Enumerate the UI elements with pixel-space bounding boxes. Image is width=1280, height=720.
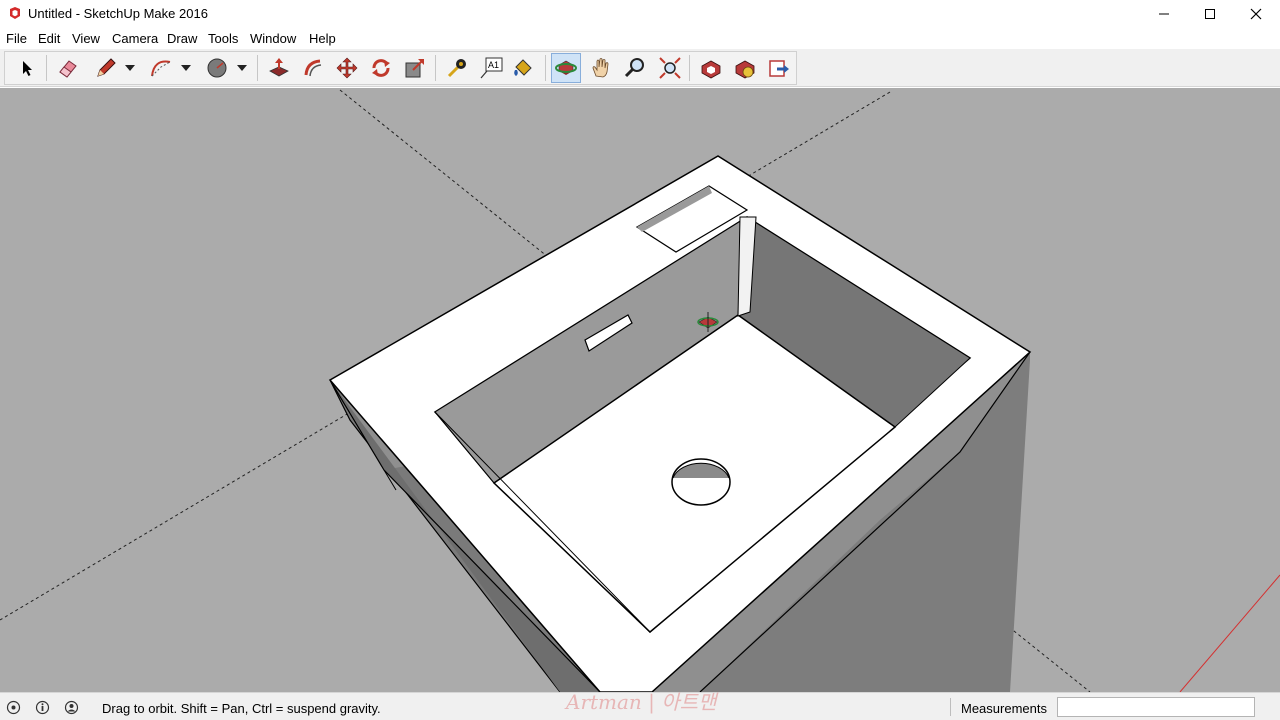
menu-bar: File Edit View Camera Draw Tools Window … bbox=[0, 27, 1280, 49]
dropdown-arrow-icon bbox=[181, 65, 191, 71]
measurements-label: Measurements bbox=[961, 701, 1047, 716]
push-pull-icon bbox=[269, 58, 289, 77]
eraser-tool[interactable] bbox=[53, 53, 83, 83]
move-tool[interactable] bbox=[332, 53, 362, 83]
share-model-tool[interactable] bbox=[764, 53, 794, 83]
hand-icon bbox=[592, 58, 609, 78]
sketchup-logo-icon bbox=[10, 7, 20, 19]
maximize-button[interactable] bbox=[1187, 0, 1233, 27]
warehouse-tool[interactable] bbox=[696, 53, 726, 83]
minimize-icon bbox=[1159, 13, 1169, 14]
user-icon[interactable] bbox=[64, 700, 79, 715]
tape-measure-tool[interactable] bbox=[442, 53, 472, 83]
toolbar-separator bbox=[689, 55, 690, 81]
pan-tool[interactable] bbox=[586, 53, 616, 83]
menu-view[interactable]: View bbox=[72, 31, 100, 46]
watermark: Artman | 아트맨 bbox=[566, 690, 717, 714]
geo-location-icon[interactable] bbox=[6, 700, 21, 715]
3d-warehouse-icon bbox=[701, 60, 721, 79]
push-pull-tool[interactable] bbox=[264, 53, 294, 83]
line-tool[interactable] bbox=[91, 53, 121, 83]
dropdown-arrow-icon bbox=[125, 65, 135, 71]
arrow-cursor-icon bbox=[23, 61, 32, 76]
shapes-tool-dropdown[interactable] bbox=[235, 53, 249, 83]
menu-window[interactable]: Window bbox=[250, 31, 296, 46]
minimize-button[interactable] bbox=[1141, 0, 1187, 27]
share-model-icon bbox=[769, 60, 789, 77]
credits-icon[interactable] bbox=[35, 700, 50, 715]
eraser-icon bbox=[59, 60, 77, 78]
toolbar-separator bbox=[46, 55, 47, 81]
arc-tool-dropdown[interactable] bbox=[179, 53, 193, 83]
toolbar-separator bbox=[435, 55, 436, 81]
menu-help[interactable]: Help bbox=[309, 31, 336, 46]
maximize-icon bbox=[1205, 8, 1215, 19]
model-viewport[interactable] bbox=[0, 88, 1280, 692]
extension-warehouse-icon bbox=[735, 60, 755, 79]
dropdown-arrow-icon bbox=[237, 65, 247, 71]
circle-shape-icon bbox=[207, 58, 227, 78]
move-arrows-icon bbox=[336, 57, 358, 79]
rotate-icon bbox=[372, 59, 390, 77]
orbit-tool[interactable] bbox=[551, 53, 581, 83]
line-tool-dropdown[interactable] bbox=[123, 53, 137, 83]
shapes-tool[interactable] bbox=[202, 53, 232, 83]
arc-tool[interactable] bbox=[146, 53, 176, 83]
menu-tools[interactable]: Tools bbox=[208, 31, 238, 46]
pencil-icon bbox=[97, 58, 116, 77]
select-tool[interactable] bbox=[12, 53, 42, 83]
follow-me-tool[interactable] bbox=[298, 53, 328, 83]
zoom-tool[interactable] bbox=[620, 53, 650, 83]
menu-edit[interactable]: Edit bbox=[38, 31, 60, 46]
rotate-tool[interactable] bbox=[366, 53, 396, 83]
paint-bucket-tool[interactable] bbox=[508, 53, 538, 83]
tape-measure-icon bbox=[447, 59, 466, 78]
orbit-icon bbox=[555, 60, 577, 75]
magnifier-icon bbox=[624, 58, 644, 78]
toolbar: A1 bbox=[0, 49, 1280, 87]
status-hint: Drag to orbit. Shift = Pan, Ctrl = suspe… bbox=[102, 701, 381, 716]
status-divider bbox=[950, 698, 951, 716]
paint-bucket-icon bbox=[514, 59, 532, 76]
menu-camera[interactable]: Camera bbox=[112, 31, 158, 46]
extension-warehouse-tool[interactable] bbox=[730, 53, 760, 83]
scale-icon bbox=[405, 59, 424, 78]
close-button[interactable] bbox=[1233, 0, 1279, 27]
text-label-icon: A1 bbox=[480, 57, 503, 79]
scale-tool[interactable] bbox=[400, 53, 430, 83]
follow-me-icon bbox=[304, 59, 322, 77]
measurements-input[interactable] bbox=[1057, 697, 1255, 717]
window-title: Untitled - SketchUp Make 2016 bbox=[28, 6, 208, 21]
title-bar: Untitled - SketchUp Make 2016 bbox=[0, 0, 1280, 27]
toolbar-separator bbox=[545, 55, 546, 81]
zoom-extents-icon bbox=[659, 57, 681, 79]
toolbar-separator bbox=[257, 55, 258, 81]
text-tool-glyph: A1 bbox=[488, 60, 499, 70]
menu-file[interactable]: File bbox=[6, 31, 27, 46]
arc-icon bbox=[151, 60, 171, 77]
zoom-extents-tool[interactable] bbox=[655, 53, 685, 83]
text-tool[interactable]: A1 bbox=[476, 53, 506, 83]
model-canvas[interactable] bbox=[0, 88, 1280, 692]
close-icon bbox=[1250, 8, 1262, 19]
menu-draw[interactable]: Draw bbox=[167, 31, 197, 46]
